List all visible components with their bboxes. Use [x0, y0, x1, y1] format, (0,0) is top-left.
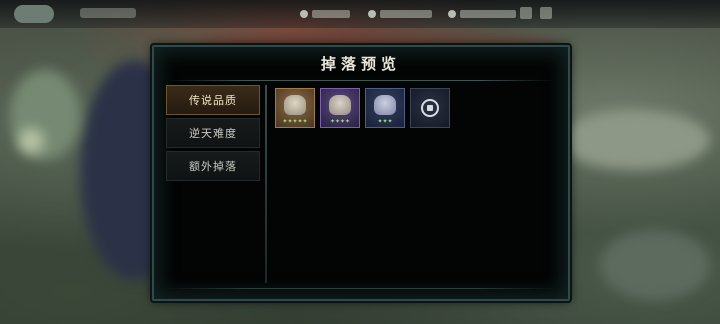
relic-icon	[374, 95, 396, 115]
top-hud-bar	[0, 0, 720, 28]
settings-icon[interactable]	[540, 7, 552, 19]
drop-item-slot[interactable]	[410, 88, 450, 128]
menu-shortcut[interactable]	[80, 8, 136, 18]
background-scenery	[600, 230, 710, 300]
drop-item-slot[interactable]: ✦✦✦	[365, 88, 405, 128]
relic-icon	[329, 95, 351, 115]
relic-icon	[284, 95, 306, 115]
game-logo-icon[interactable]	[14, 5, 54, 23]
drop-preview-dialog: 掉落预览 传说品质 逆天难度 额外掉落 ✦✦✦✦✦ ✦✦✦✦ ✦✦✦	[152, 45, 570, 301]
resource-counter[interactable]	[300, 7, 350, 21]
title-divider	[166, 80, 556, 81]
item-stars: ✦✦✦✦✦	[282, 118, 308, 125]
currency-icon	[368, 10, 376, 18]
item-stars: ✦✦✦	[377, 118, 393, 125]
bottom-divider	[166, 288, 556, 289]
item-stars: ✦✦✦✦	[329, 118, 351, 125]
currency-icon	[448, 10, 456, 18]
coin-icon	[421, 99, 439, 117]
drop-item-slot[interactable]: ✦✦✦✦✦	[275, 88, 315, 128]
tab-legendary-quality[interactable]: 传说品质	[166, 85, 260, 115]
currency-icon	[300, 10, 308, 18]
vertical-divider	[265, 85, 267, 283]
tab-heaven-defying-difficulty[interactable]: 逆天难度	[166, 118, 260, 148]
background-lantern	[18, 128, 44, 154]
drop-item-grid: ✦✦✦✦✦ ✦✦✦✦ ✦✦✦	[275, 88, 450, 128]
dialog-title: 掉落预览	[320, 55, 401, 73]
resource-counter[interactable]	[448, 7, 516, 21]
tab-extra-drops[interactable]: 额外掉落	[166, 151, 260, 181]
background-scenery	[560, 110, 710, 170]
category-tabs: 传说品质 逆天难度 额外掉落	[166, 85, 262, 184]
drop-item-slot[interactable]: ✦✦✦✦	[320, 88, 360, 128]
add-icon[interactable]	[520, 7, 532, 19]
resource-counter[interactable]	[368, 7, 432, 21]
